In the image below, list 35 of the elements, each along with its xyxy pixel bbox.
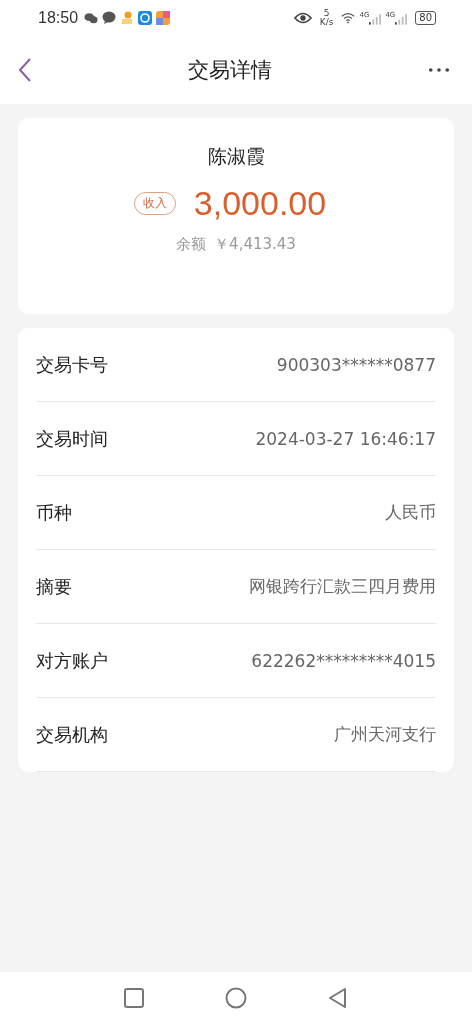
- signal-icon: [395, 14, 408, 25]
- network-speed-unit: K/s: [319, 18, 334, 27]
- detail-value: 人民币: [385, 501, 436, 524]
- chat-bubble-icon: [102, 11, 117, 25]
- app-icon: [156, 11, 171, 25]
- balance-value: ￥4,413.43: [214, 235, 296, 254]
- app-icon: [120, 11, 135, 25]
- recents-icon[interactable]: [123, 987, 145, 1009]
- network-speed: 5: [323, 9, 330, 18]
- back-icon[interactable]: [18, 57, 32, 83]
- home-icon[interactable]: [225, 987, 247, 1009]
- wifi-icon: [341, 11, 356, 25]
- detail-label: 交易机构: [36, 722, 108, 747]
- app-icon: [138, 11, 153, 25]
- detail-label: 交易卡号: [36, 352, 108, 377]
- detail-value: 622262*********4015: [251, 650, 436, 671]
- detail-value: 900303******0877: [276, 354, 436, 375]
- detail-value: 广州天河支行: [334, 723, 436, 746]
- detail-value: 网银跨行汇款三四月费用: [249, 575, 436, 598]
- signal-icon: [369, 14, 382, 25]
- page-title: 交易详情: [187, 57, 273, 84]
- battery-indicator: 80: [415, 11, 436, 25]
- payer-name: 陈淑霞: [207, 144, 265, 169]
- detail-label: 币种: [36, 500, 72, 525]
- amount: 3,000.00: [193, 184, 327, 223]
- detail-label: 对方账户: [36, 648, 108, 673]
- back-icon[interactable]: [327, 987, 349, 1009]
- clock-time: 18:50: [38, 9, 79, 27]
- detail-label: 交易时间: [36, 426, 108, 451]
- detail-value: 2024-03-27 16:46:17: [255, 428, 436, 449]
- eye-icon: [293, 11, 312, 25]
- detail-label: 摘要: [36, 574, 72, 599]
- balance-label: 余额: [176, 235, 207, 254]
- chat-bubbles-icon: [84, 11, 99, 25]
- more-icon[interactable]: [428, 67, 450, 73]
